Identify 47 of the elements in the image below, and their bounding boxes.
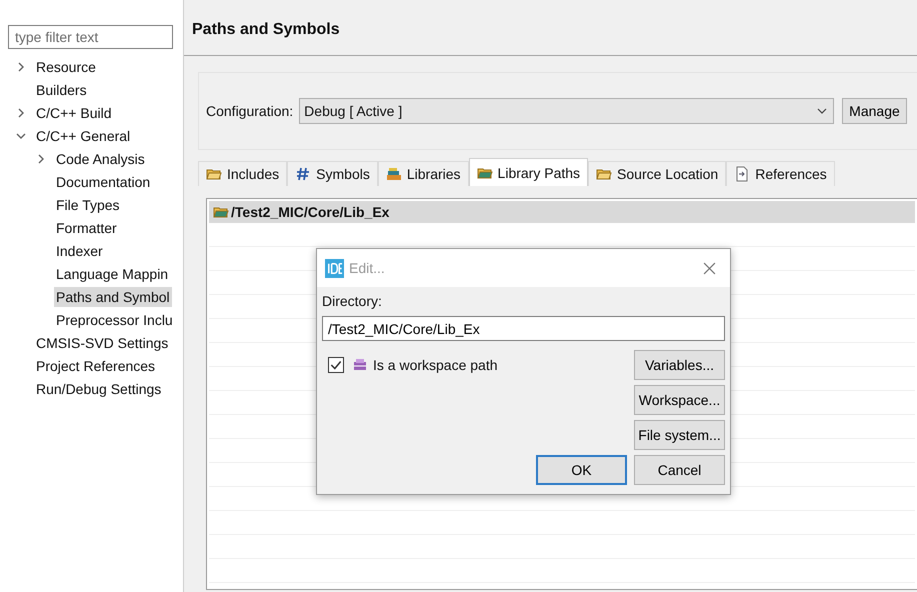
dialog-button[interactable]: OK: [536, 455, 627, 485]
page-title: Paths and Symbols: [192, 20, 340, 38]
document-icon: [734, 166, 750, 182]
tree-item[interactable]: Run/Debug Settings: [34, 378, 164, 398]
configuration-dropdown[interactable]: Debug [ Active ]: [299, 98, 834, 124]
tab[interactable]: References: [726, 161, 835, 186]
tree-item[interactable]: Paths and Symbol: [54, 286, 172, 306]
hash-icon: [295, 166, 312, 182]
filter-field[interactable]: type filter text: [8, 25, 173, 49]
directory-label: Directory:: [322, 293, 383, 309]
tree-item[interactable]: C/C++ Build: [34, 102, 114, 122]
dialog-button[interactable]: Workspace...: [634, 385, 725, 415]
ide-logo-icon: [325, 258, 344, 278]
tree-item[interactable]: Formatter: [54, 218, 119, 238]
dialog-button[interactable]: Variables...: [634, 350, 725, 380]
tree-item[interactable]: Preprocessor Inclu: [54, 310, 175, 330]
tree-item[interactable]: File Types: [54, 194, 122, 214]
directory-field[interactable]: /Test2_MIC/Core/Lib_Ex: [322, 316, 725, 341]
chevron-icon[interactable]: [16, 108, 26, 118]
books-icon: [386, 166, 402, 182]
tree-item[interactable]: Project References: [34, 356, 158, 376]
dialog-button[interactable]: File system...: [634, 420, 725, 450]
path-row[interactable]: /Test2_MIC/Core/Lib_Ex: [209, 201, 915, 223]
dialog-title: Edit...: [349, 260, 386, 276]
tree-item[interactable]: CMSIS-SVD Settings: [34, 332, 170, 352]
tab[interactable]: Library Paths: [468, 158, 588, 186]
tab[interactable]: Includes: [198, 161, 288, 186]
tab[interactable]: Libraries: [378, 161, 469, 186]
chevron-icon[interactable]: [16, 62, 26, 72]
close-icon[interactable]: [703, 262, 716, 274]
chevron-icon[interactable]: [16, 130, 26, 140]
configuration-label: Configuration:: [206, 103, 294, 119]
tree-item[interactable]: C/C++ General: [34, 126, 132, 146]
tab[interactable]: Source Location: [588, 161, 726, 186]
manage-button[interactable]: Manage: [842, 98, 907, 124]
chevron-icon[interactable]: [36, 154, 46, 164]
tab[interactable]: Symbols: [287, 161, 378, 186]
tree-item[interactable]: Builders: [34, 80, 89, 100]
checkbox-label: Is a workspace path: [373, 357, 498, 373]
tree-item[interactable]: Indexer: [54, 240, 105, 260]
workspace-icon: [352, 357, 368, 373]
tree-item[interactable]: Language Mappin: [54, 264, 170, 284]
tree-item[interactable]: Code Analysis: [54, 148, 147, 168]
dialog-button[interactable]: Cancel: [634, 455, 725, 485]
tree-item[interactable]: Resource: [34, 56, 98, 76]
checkbox[interactable]: [328, 357, 344, 373]
tree-item[interactable]: Documentation: [54, 172, 152, 192]
